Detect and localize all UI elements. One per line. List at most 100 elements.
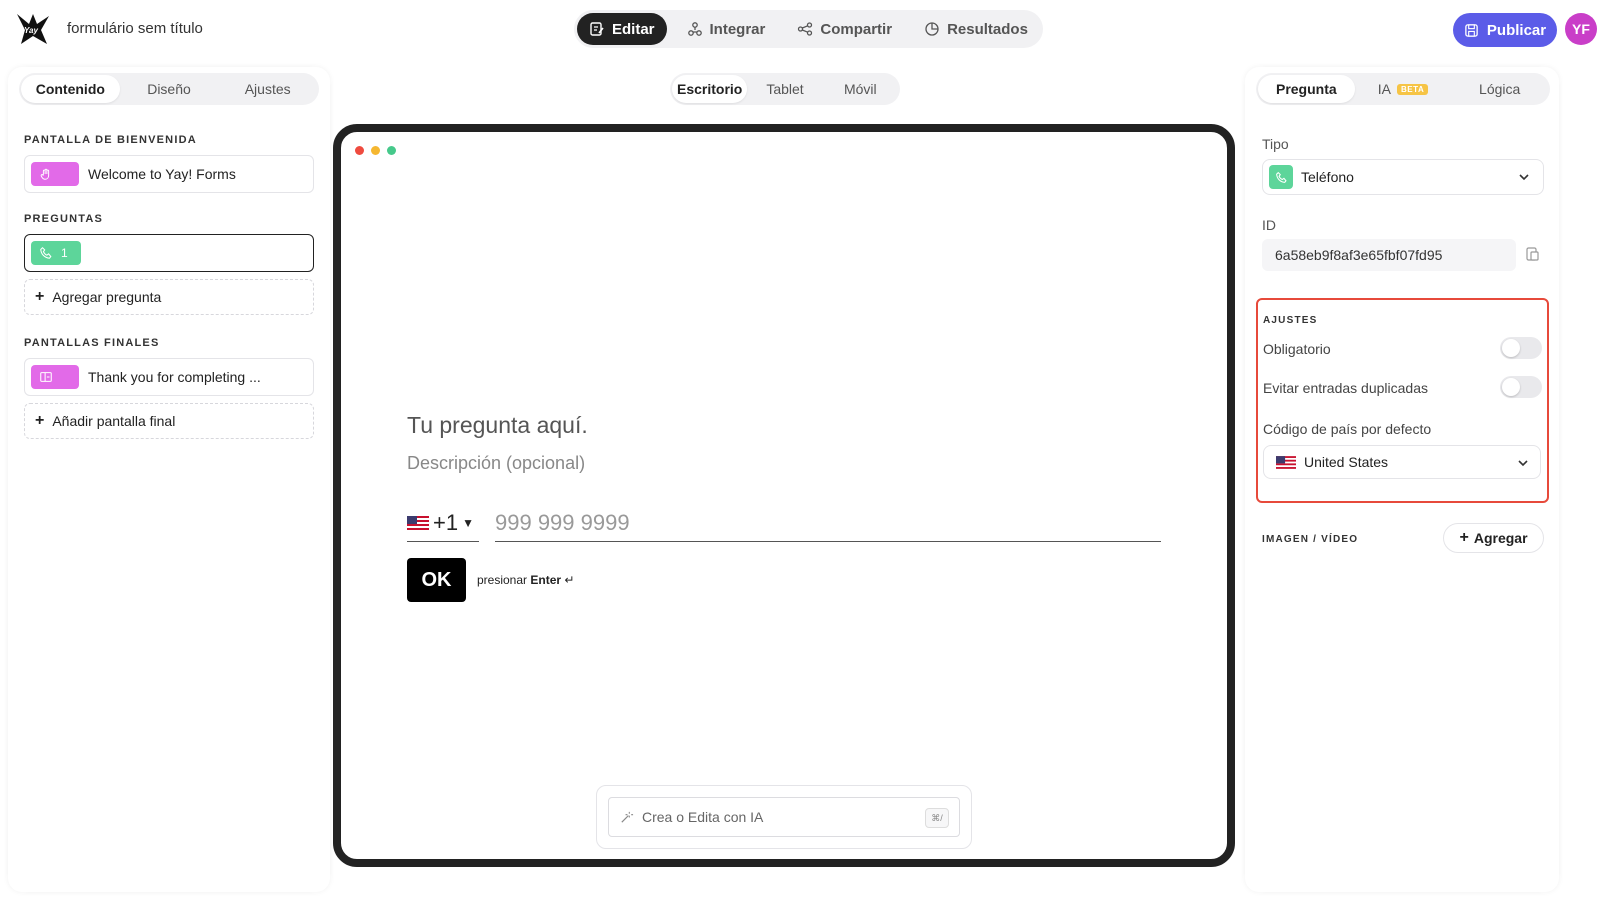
id-field[interactable]: 6a58eb9f8af3e65fbf07fd95 xyxy=(1262,239,1516,271)
integrate-icon xyxy=(687,22,702,36)
duplicate-label: Evitar entradas duplicadas xyxy=(1263,380,1428,396)
welcome-section-label: PANTALLA DE BIENVENIDA xyxy=(24,134,197,146)
ai-placeholder: Crea o Edita con IA xyxy=(642,809,764,825)
green-dot xyxy=(387,146,396,155)
form-title[interactable]: formulário sem título xyxy=(67,20,203,37)
svg-text:Yay: Yay xyxy=(24,26,38,35)
us-flag-icon xyxy=(407,515,429,530)
tab-compartir[interactable]: Compartir xyxy=(785,13,904,45)
add-media-button[interactable]: + Agregar xyxy=(1443,523,1544,553)
right-panel-tabs: Pregunta IA BETA Lógica xyxy=(1256,73,1550,105)
ai-input[interactable]: Crea o Edita con IA ⌘/ xyxy=(608,797,960,837)
add-end-label: Añadir pantalla final xyxy=(52,413,176,429)
welcome-item-text: Welcome to Yay! Forms xyxy=(88,166,236,182)
tab-contenido[interactable]: Contenido xyxy=(21,75,120,103)
tab-editar[interactable]: Editar xyxy=(577,13,667,45)
chevron-down-icon xyxy=(1518,460,1528,467)
tab-integrar[interactable]: Integrar xyxy=(675,13,778,45)
main-nav-tabs: Editar Integrar Compartir Resultados xyxy=(574,10,1043,48)
device-tabs: Escritorio Tablet Móvil xyxy=(670,73,900,105)
hint-prefix: presionar xyxy=(477,573,528,587)
publish-label: Publicar xyxy=(1486,21,1547,39)
duplicate-toggle[interactable] xyxy=(1500,376,1542,398)
country-default-value: United States xyxy=(1304,454,1389,470)
type-label: Tipo xyxy=(1262,136,1289,152)
yellow-dot xyxy=(371,146,380,155)
window-dots xyxy=(355,146,396,155)
id-label: ID xyxy=(1262,217,1276,233)
red-dot xyxy=(355,146,364,155)
magic-wand-icon xyxy=(621,811,634,823)
required-toggle[interactable] xyxy=(1500,337,1542,359)
country-code-picker[interactable]: +1 ▼ xyxy=(407,504,479,542)
hint-key: Enter xyxy=(530,573,562,587)
questions-section-label: PREGUNTAS xyxy=(24,213,104,225)
phone-icon xyxy=(40,247,52,259)
us-flag-icon xyxy=(1276,455,1296,469)
type-select[interactable]: Teléfono xyxy=(1262,159,1544,195)
tab-escritorio[interactable]: Escritorio xyxy=(672,75,748,103)
hand-wave-icon xyxy=(40,168,50,180)
end-screen-item[interactable]: Thank you for completing ... xyxy=(24,358,314,396)
exit-door-icon xyxy=(40,372,52,382)
question-item[interactable]: 1 xyxy=(24,234,314,272)
country-code: +1 xyxy=(433,509,459,535)
end-screens-section-label: PANTALLAS FINALES xyxy=(24,337,160,349)
ok-button[interactable]: OK xyxy=(407,558,466,602)
required-label: Obligatorio xyxy=(1263,341,1331,357)
add-media-label: Agregar xyxy=(1473,530,1528,546)
tab-integrar-label: Integrar xyxy=(709,20,766,38)
left-panel: Contenido Diseño Ajustes PANTALLA DE BIE… xyxy=(8,67,330,892)
top-bar: Yay formulário sem título Editar Integra… xyxy=(0,0,1600,60)
question-description[interactable]: Descripción (opcional) xyxy=(407,453,585,474)
enter-hint: presionar Enter ↵ xyxy=(477,573,574,587)
tab-logica[interactable]: Lógica xyxy=(1451,75,1548,103)
beta-badge: BETA xyxy=(1397,83,1429,95)
question-title[interactable]: Tu pregunta aquí. xyxy=(407,412,588,439)
welcome-chip xyxy=(31,162,79,186)
edit-icon xyxy=(590,22,604,36)
left-panel-tabs: Contenido Diseño Ajustes xyxy=(19,73,319,105)
tab-resultados-label: Resultados xyxy=(947,20,1028,38)
save-icon xyxy=(1465,23,1478,37)
welcome-screen-item[interactable]: Welcome to Yay! Forms xyxy=(24,155,314,193)
plus-icon: + xyxy=(1459,529,1469,546)
results-icon xyxy=(925,22,939,36)
end-item-text: Thank you for completing ... xyxy=(88,369,261,385)
device-frame: Tu pregunta aquí. Descripción (opcional)… xyxy=(333,124,1235,867)
phone-icon xyxy=(1275,171,1287,183)
user-avatar[interactable]: YF xyxy=(1565,13,1597,45)
tab-compartir-label: Compartir xyxy=(820,20,893,38)
share-icon xyxy=(798,22,813,36)
publish-button[interactable]: Publicar xyxy=(1453,13,1557,47)
ai-shortcut: ⌘/ xyxy=(925,808,949,828)
add-question-label: Agregar pregunta xyxy=(52,289,162,305)
plus-icon: + xyxy=(35,412,45,429)
tab-tablet[interactable]: Tablet xyxy=(747,75,822,103)
phone-input-row: +1 ▼ 999 999 9999 xyxy=(407,504,1161,542)
phone-type-chip xyxy=(1269,165,1293,189)
phone-number-input[interactable]: 999 999 9999 xyxy=(495,504,1161,542)
question-chip: 1 xyxy=(31,241,81,265)
end-chip xyxy=(31,365,79,389)
add-question-button[interactable]: + Agregar pregunta xyxy=(24,279,314,315)
preview-area: Escritorio Tablet Móvil Tu pregunta aquí… xyxy=(330,67,1240,892)
tab-editar-label: Editar xyxy=(612,20,655,38)
tab-ia[interactable]: IA BETA xyxy=(1355,75,1452,103)
tab-ajustes[interactable]: Ajustes xyxy=(218,75,317,103)
tab-resultados[interactable]: Resultados xyxy=(912,13,1040,45)
tab-movil[interactable]: Móvil xyxy=(823,75,898,103)
copy-icon[interactable] xyxy=(1524,246,1540,262)
enter-icon: ↵ xyxy=(564,573,575,587)
yay-forms-logo[interactable]: Yay xyxy=(15,12,51,46)
tab-diseno[interactable]: Diseño xyxy=(120,75,219,103)
add-end-screen-button[interactable]: + Añadir pantalla final xyxy=(24,403,314,439)
settings-title: AJUSTES xyxy=(1263,315,1318,326)
plus-icon: + xyxy=(35,288,45,305)
country-default-select[interactable]: United States xyxy=(1263,445,1541,479)
tab-pregunta[interactable]: Pregunta xyxy=(1258,75,1355,103)
question-number: 1 xyxy=(61,246,68,260)
ai-assistant-bar: Crea o Edita con IA ⌘/ xyxy=(596,785,972,849)
chevron-down-icon xyxy=(1519,174,1529,181)
media-section-label: IMAGEN / VÍDEO xyxy=(1262,534,1359,545)
